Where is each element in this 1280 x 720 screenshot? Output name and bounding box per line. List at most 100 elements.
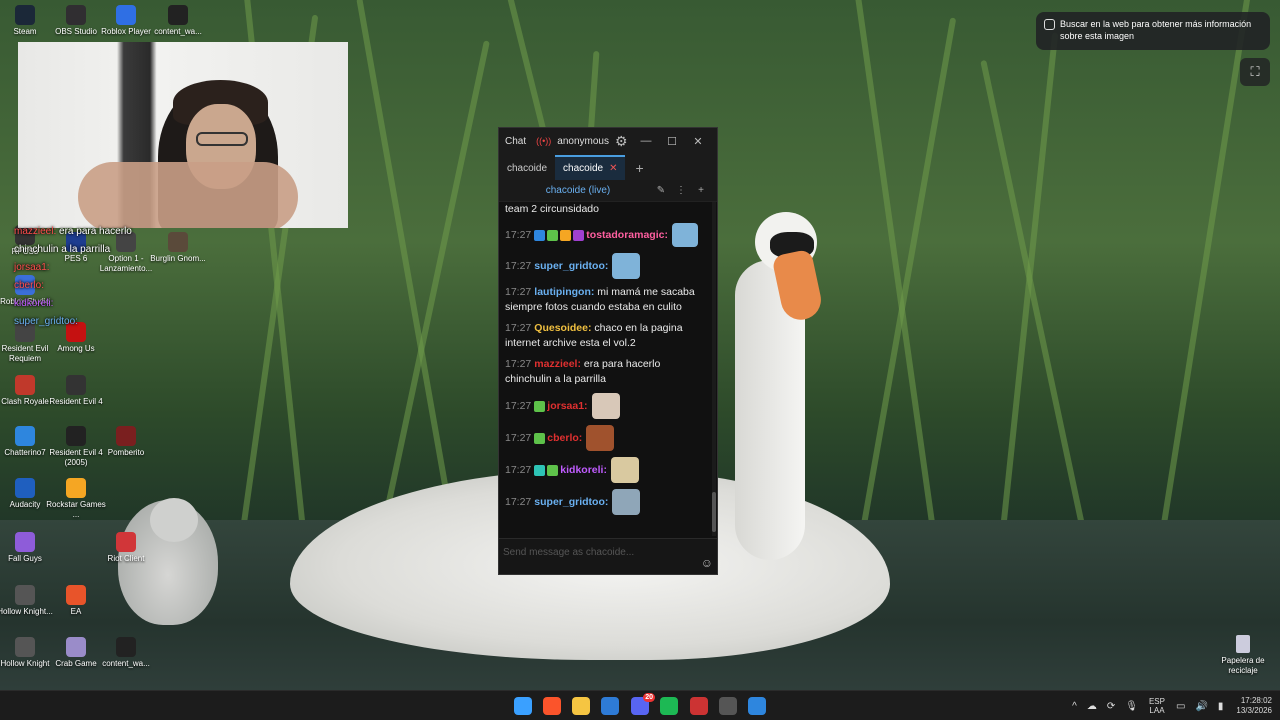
chat-emote[interactable] (586, 425, 615, 451)
message-username[interactable]: tostadoramagic: (586, 229, 668, 241)
lens-scan-button[interactable]: ⛶ (1240, 58, 1270, 86)
taskbar-clock[interactable]: 17:28:02 13/3/2026 (1236, 696, 1272, 716)
lens-search-tooltip[interactable]: Buscar en la web para obtener más inform… (1036, 12, 1270, 50)
emoji-picker-icon[interactable]: ☺ (701, 556, 713, 570)
user-badge-icon[interactable] (534, 229, 546, 241)
user-badge-icon[interactable] (534, 432, 546, 444)
content-icon (168, 5, 188, 25)
desktop-shortcut[interactable]: EA (43, 585, 109, 617)
chat-message[interactable]: 17:27 cberlo: (505, 425, 707, 451)
close-tab-icon[interactable]: ✕ (609, 163, 617, 174)
overlay-chat-line: super_gridtoo: (14, 316, 78, 327)
add-tab-button[interactable]: + (625, 156, 653, 180)
minimize-button[interactable]: — (633, 135, 659, 147)
chat-message[interactable]: 17:27 lautipingon: mi mamá me sacaba siem… (505, 285, 707, 315)
chat-message[interactable]: 17:27 kidkoreli: (505, 457, 707, 483)
spotify-icon[interactable] (660, 697, 678, 715)
lens-icon (1044, 19, 1055, 30)
overlay-chat-line: kidkoreli: (14, 298, 54, 309)
chatterino-taskbar-icon[interactable] (748, 697, 766, 715)
overlay-chat-line: chinchulin a la parrilla (14, 244, 111, 255)
desktop-shortcut[interactable]: content_wa... (93, 637, 159, 669)
desktop-shortcut[interactable]: Rockstar Games ... (43, 478, 109, 520)
chat-emote[interactable] (591, 393, 620, 419)
overlay-chat-line: jorsaa1: (14, 262, 50, 273)
sync-icon[interactable]: ⟳ (1107, 701, 1115, 712)
user-badge-icon[interactable] (573, 229, 585, 241)
chat-message[interactable]: 17:27 super_gridtoo: (505, 253, 707, 279)
message-username[interactable]: super_gridtoo: (534, 260, 608, 272)
chat-emote[interactable] (612, 253, 641, 279)
close-button[interactable]: ✕ (685, 135, 711, 148)
message-username[interactable]: kidkoreli: (560, 464, 607, 476)
discord-icon[interactable]: 20 (631, 693, 655, 715)
moderation-icon[interactable]: ✎ (651, 185, 671, 196)
user-badge-icon[interactable] (547, 229, 559, 241)
message-username[interactable]: lautipingon: (534, 286, 594, 298)
windows-start-icon[interactable] (514, 697, 532, 715)
calendar-app-icon[interactable] (690, 697, 708, 715)
chat-message[interactable]: 17:27 tostadoramagic: (505, 223, 707, 247)
pomberito-icon (116, 426, 136, 446)
brave-icon[interactable] (543, 697, 561, 715)
desktop-shortcut[interactable]: Resident Evil 4 (43, 375, 109, 407)
desktop-shortcut[interactable]: Riot Client (93, 532, 159, 564)
stream-overlay-chat: mazzieel: era para hacerlo chinchulin a l… (14, 226, 184, 334)
file-explorer-icon[interactable] (572, 697, 590, 715)
maximize-button[interactable]: ☐ (659, 135, 685, 148)
message-username[interactable]: cberlo: (547, 432, 582, 444)
gear-icon[interactable]: ⚙ (615, 133, 628, 150)
chat-message[interactable]: 17:27 Quesoidee: chaco en la pagina inter… (505, 321, 707, 351)
more-options-icon[interactable]: ⋮ (671, 185, 691, 196)
language-indicator[interactable]: ESP LAA (1149, 697, 1165, 715)
channel-name[interactable]: chacoide (live) (505, 185, 651, 196)
chat-emote[interactable] (671, 223, 698, 247)
taskbar: 20 ^ ☁ ⟳ 🎙 ESP LAA ▭ 🔊 ▮ 17:28:02 13/3/202… (0, 690, 1280, 720)
chatterino-window: Chat ((•)) anonymous ⚙ — ☐ ✕ chacoide ch… (498, 127, 718, 575)
microphone-icon[interactable]: 🎙 (1125, 701, 1138, 712)
message-username[interactable]: super_gridtoo: (534, 496, 608, 508)
desktop-shortcut[interactable]: Fall Guys (0, 532, 58, 564)
message-timestamp: 17:27 (505, 286, 532, 298)
user-badge-icon[interactable] (534, 400, 546, 412)
tab-chacoide[interactable]: chacoide (499, 157, 555, 180)
message-username[interactable]: jorsaa1: (547, 400, 587, 412)
live-indicator-icon: ((•)) (536, 136, 552, 146)
chat-message[interactable]: 17:27 mazzieel: era para hacerlo chinchul… (505, 357, 707, 387)
network-icon[interactable]: ▭ (1176, 701, 1185, 712)
user-badge-icon[interactable] (547, 464, 559, 476)
desktop-shortcut[interactable]: Pomberito (93, 426, 159, 458)
system-tray: ^ ☁ ⟳ 🎙 ESP LAA ▭ 🔊 ▮ 17:28:02 13/3/2026 (1067, 691, 1272, 720)
user-badge-icon[interactable] (560, 229, 572, 241)
obs-taskbar-icon[interactable] (719, 697, 737, 715)
message-timestamp: 17:27 (505, 228, 532, 241)
chat-titlebar: Chat ((•)) anonymous ⚙ — ☐ ✕ (499, 128, 717, 154)
audacity-icon (15, 478, 35, 498)
message-username[interactable]: Quesoidee: (534, 322, 591, 334)
add-split-icon[interactable]: + (691, 185, 711, 196)
chat-message-input[interactable]: Send message as chacoide... ☺ (499, 538, 717, 574)
message-timestamp: 17:27 (505, 259, 532, 272)
recycle-bin-icon[interactable]: Papelera de reciclaje (1213, 635, 1273, 676)
hollow-knight-icon (15, 585, 35, 605)
bing-icon[interactable] (601, 697, 619, 715)
webcam-overlay (18, 42, 348, 228)
message-username[interactable]: mazzieel: (534, 358, 581, 370)
chevron-up-icon[interactable]: ^ (1072, 701, 1077, 712)
volume-icon[interactable]: 🔊 (1195, 701, 1207, 712)
battery-icon[interactable]: ▮ (1218, 701, 1224, 712)
tab-chacoide-active[interactable]: chacoide ✕ (555, 155, 626, 180)
chat-message-list[interactable]: team 2 circunsidado 17:27 tostadoramagic: 1… (499, 202, 713, 536)
chat-message[interactable]: 17:27 super_gridtoo: (505, 489, 707, 515)
desktop-shortcut[interactable]: content_wa... (145, 5, 211, 37)
chat-message[interactable]: 17:27 jorsaa1: (505, 393, 707, 419)
user-badge-icon[interactable] (534, 464, 546, 476)
account-switcher[interactable]: anonymous (557, 136, 609, 147)
chat-emote[interactable] (610, 457, 639, 483)
chat-scrollbar[interactable] (712, 202, 716, 536)
chat-message[interactable]: team 2 circunsidado (505, 202, 707, 217)
obs-icon (66, 5, 86, 25)
chat-emote[interactable] (612, 489, 641, 515)
crab-game-icon (66, 637, 86, 657)
onedrive-icon[interactable]: ☁ (1087, 701, 1097, 712)
